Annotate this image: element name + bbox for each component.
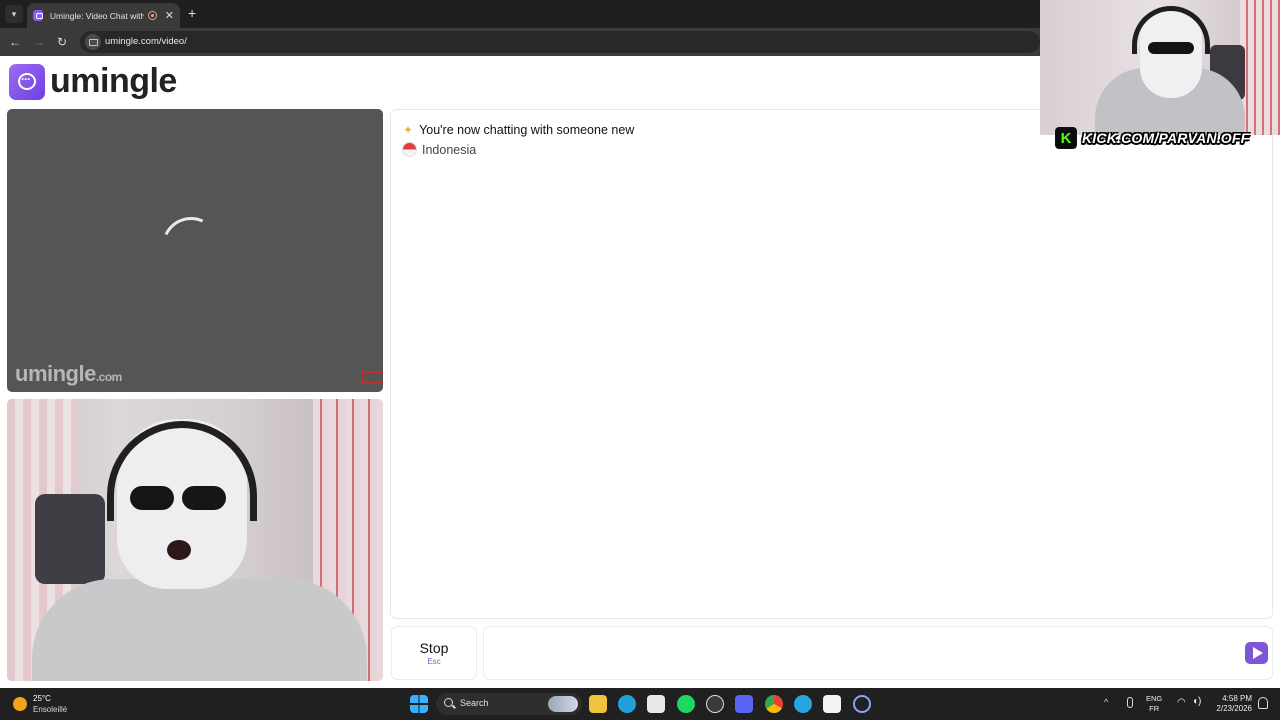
reload-icon: ↻ [56,35,68,49]
indonesia-flag-icon [402,142,417,157]
page: umingle umingle.com ✦ You're now chattin… [0,56,1280,688]
logo-chat-icon[interactable] [9,64,45,100]
weather-temp[interactable]: 25°C [33,694,51,703]
message-input[interactable] [483,626,1273,680]
clock-date: 2/23/2026 [1216,704,1252,713]
stranger-country: Indonesia [402,142,476,157]
new-tab-button[interactable]: + [188,5,196,21]
recording-icon [148,11,157,20]
lang-bottom: FR [1149,704,1160,713]
lang-top: ENG [1146,694,1163,703]
telegram-icon[interactable] [794,695,812,713]
clock-time: 4:58 PM [1222,694,1252,703]
system-message: ✦ You're now chatting with someone new [403,123,634,137]
taskbar: 25°C Ensoleillé Search ^ ENG FR ◠ ◖) 4:5… [0,688,1280,720]
assistant-icon[interactable] [853,695,871,713]
chevron-down-icon: ▾ [11,8,17,19]
sparkle-icon: ✦ [403,123,414,137]
stop-button[interactable]: Stop Esc [391,626,477,680]
kick-url: KICK.COM/PARVAN.OFF [1082,130,1250,146]
local-video [7,399,383,681]
streamer-webcam-overlay [1040,0,1280,135]
gaming-chair [35,494,105,584]
volume-icon[interactable]: ◖) [1192,696,1201,707]
address-bar[interactable]: umingle.com/video/ [80,31,1040,53]
capcut-icon[interactable] [823,695,841,713]
clock[interactable]: 4:58 PM 2/23/2026 [1210,694,1252,714]
loading-spinner-icon [153,208,229,284]
forward-button[interactable]: → [31,34,47,50]
tab-title: Umingle: Video Chat with S [49,10,145,21]
weather-desc[interactable]: Ensoleillé [33,705,67,714]
windows-start-icon[interactable] [410,695,428,713]
kick-logo-icon: K [1055,127,1077,149]
watermark-text: umingle [15,361,96,386]
chevron-up-icon[interactable]: ^ [1104,697,1108,707]
plus-icon: + [188,5,197,21]
edge-icon[interactable] [618,695,636,713]
back-arrow-icon: ← [9,35,21,49]
chat-log: ✦ You're now chatting with someone new I… [390,109,1273,619]
browser-tab[interactable]: Umingle: Video Chat with S ✕ [27,3,180,28]
umingle-favicon-icon [33,10,43,21]
file-explorer-icon[interactable] [589,695,607,713]
system-message-text: You're now chatting with someone new [419,123,635,137]
video-watermark: umingle.com [15,361,122,387]
country-name: Indonesia [422,142,477,157]
microphone-icon[interactable] [1127,697,1133,708]
taskbar-search[interactable]: Search [436,693,582,715]
forward-arrow-icon: → [33,35,45,49]
headphones [107,421,257,521]
reload-button[interactable]: ↻ [54,34,70,50]
search-highlight-image [548,696,578,712]
report-flag-icon[interactable] [361,370,383,384]
app-icon[interactable] [706,695,724,713]
back-button[interactable]: ← [7,34,23,50]
site-info-icon[interactable] [85,34,101,50]
stop-label: Stop [419,640,449,656]
watermark-suffix: .com [95,370,123,384]
background-curtain [1240,0,1280,135]
logo-text[interactable]: umingle [50,62,177,101]
search-label: Search [460,698,489,708]
send-icon[interactable] [1245,642,1268,664]
url-text[interactable]: umingle.com/video/ [105,36,187,47]
notification-bell-icon[interactable] [1258,697,1268,709]
wifi-icon[interactable]: ◠ [1177,697,1186,708]
person-mouth [167,540,191,560]
sunglasses [1148,42,1194,54]
sunglasses [130,486,174,510]
language-indicator[interactable]: ENG FR [1146,694,1162,714]
spotify-icon[interactable] [677,695,695,713]
tab-list-button[interactable]: ▾ [5,5,23,23]
discord-icon[interactable] [735,695,753,713]
chrome-icon[interactable] [765,695,783,713]
kick-channel-badge: K KICK.COM/PARVAN.OFF [1055,126,1270,150]
close-icon[interactable]: ✕ [165,9,174,22]
search-icon [444,698,453,707]
sun-icon[interactable] [13,697,27,711]
store-icon[interactable] [647,695,665,713]
person-sweater [32,579,367,681]
stop-shortcut: Esc [427,657,441,666]
sunglasses [182,486,226,510]
remote-video: umingle.com [7,109,383,392]
